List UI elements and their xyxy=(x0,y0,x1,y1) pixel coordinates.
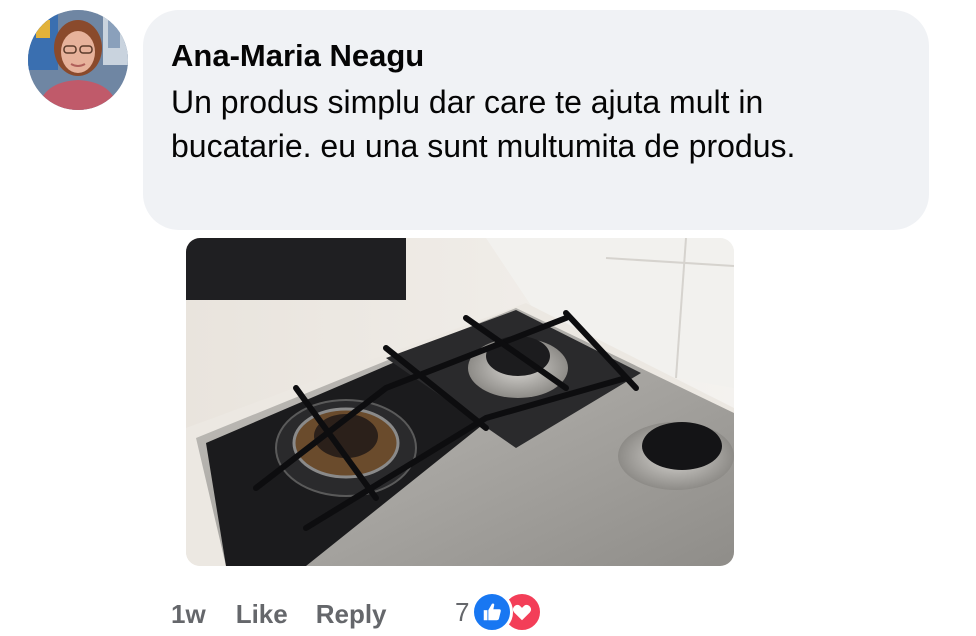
comment-thread: Ana-Maria Neagu Un produs simplu dar car… xyxy=(0,0,976,636)
comment-photo[interactable] xyxy=(186,238,734,566)
comment-text: Un produs simplu dar care te ajuta mult … xyxy=(171,84,796,164)
comment-bubble: Ana-Maria Neagu Un produs simplu dar car… xyxy=(143,10,929,230)
comment-timestamp[interactable]: 1w xyxy=(171,599,206,630)
reply-button[interactable]: Reply xyxy=(316,599,387,630)
avatar[interactable] xyxy=(28,10,128,110)
reaction-summary[interactable]: 7 xyxy=(455,590,544,634)
comment-author[interactable]: Ana-Maria Neagu xyxy=(171,36,899,76)
comment-actions: 1w Like Reply xyxy=(171,594,415,634)
stove-photo xyxy=(186,238,734,566)
reaction-count: 7 xyxy=(455,596,470,627)
avatar-image xyxy=(28,10,128,110)
like-button[interactable]: Like xyxy=(236,599,288,630)
